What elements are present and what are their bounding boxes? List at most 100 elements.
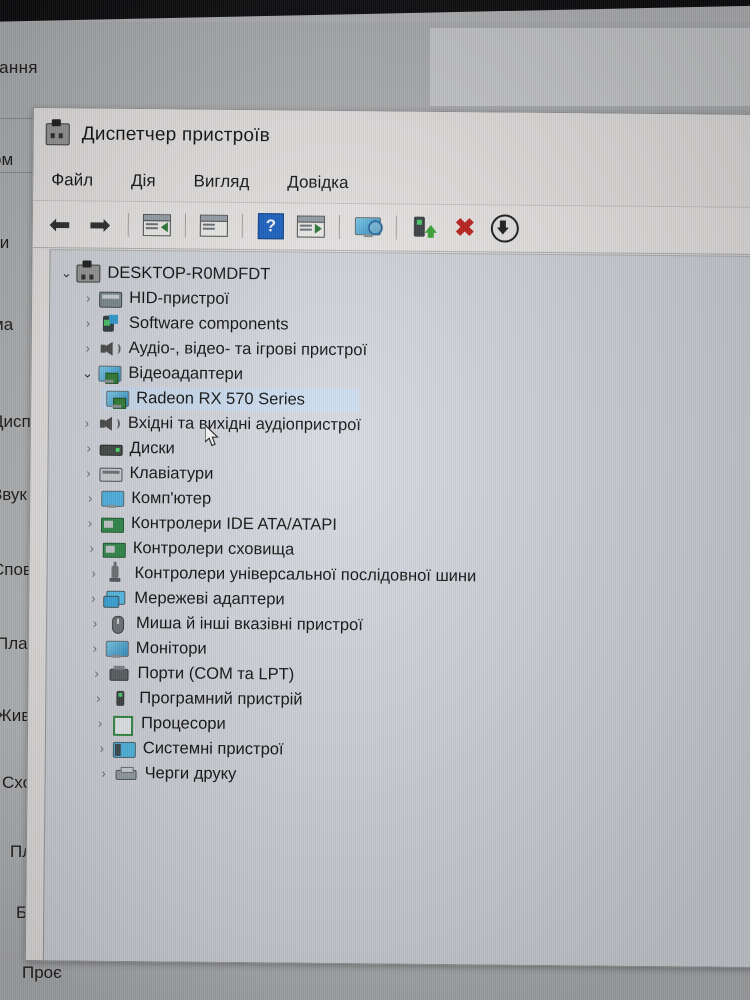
chevron-down-icon[interactable]: ⌄ — [56, 265, 76, 281]
tree-item-label: Процесори — [141, 714, 226, 733]
disk-drive-icon — [99, 439, 123, 457]
tree-item-label: Диски — [129, 438, 175, 458]
menu-file[interactable]: Файл — [47, 168, 97, 192]
monitor-search-icon — [354, 216, 383, 238]
disable-device-button[interactable] — [486, 210, 524, 246]
properties-button[interactable] — [195, 208, 233, 244]
display-adapter-icon — [97, 364, 122, 384]
uninstall-device-button[interactable]: ✖ — [446, 210, 484, 246]
background-window-header: вання — [0, 58, 38, 77]
tree-item-label: Аудіо-, відео- та ігрові пристрої — [128, 338, 368, 360]
bg-item-5[interactable]: Звук — [0, 485, 27, 505]
print-queue-icon — [114, 764, 138, 782]
software-component-icon — [98, 314, 122, 332]
chevron-right-icon[interactable]: › — [80, 515, 100, 531]
bg-item-12[interactable]: Проє — [22, 963, 62, 983]
bg-item-6[interactable]: Спов — [0, 560, 32, 580]
tree-item-label: Відеоадаптери — [128, 363, 244, 384]
bg-item-4[interactable]: Дисп — [0, 412, 31, 432]
tree-item-print-queues[interactable]: › Черги друку — [45, 760, 750, 792]
scan-play-icon — [296, 215, 325, 238]
background-right-panel — [430, 28, 750, 106]
forward-arrow-icon: ➡ — [88, 209, 111, 240]
software-device-icon — [108, 689, 132, 707]
port-icon — [106, 664, 130, 682]
show-hide-tree-button[interactable] — [138, 207, 176, 243]
menu-help[interactable]: Довідка — [283, 170, 352, 195]
chevron-right-icon[interactable]: › — [83, 591, 103, 606]
toolbar-separator-1 — [127, 212, 129, 237]
menu-view[interactable]: Вигляд — [189, 170, 253, 195]
scan-hardware-changes-button[interactable] — [292, 208, 330, 244]
ide-controller-icon — [100, 514, 125, 533]
storage-controller-icon — [102, 539, 126, 558]
speaker-icon — [98, 339, 122, 357]
tree-item-label: HID-пристрої — [129, 288, 230, 308]
chevron-right-icon[interactable]: › — [85, 616, 105, 631]
tree-item-label: Черги друку — [144, 764, 237, 783]
chevron-right-icon[interactable]: › — [92, 741, 112, 756]
chevron-right-icon[interactable]: › — [94, 766, 114, 781]
chevron-down-icon[interactable]: ⌄ — [77, 365, 97, 381]
chevron-right-icon[interactable]: › — [88, 691, 108, 706]
help-button[interactable]: ? — [252, 208, 290, 244]
update-driver-button[interactable] — [406, 210, 444, 246]
menu-action[interactable]: Дія — [127, 169, 160, 193]
chevron-right-icon[interactable]: › — [86, 666, 106, 681]
chevron-right-icon[interactable]: › — [77, 415, 97, 431]
chevron-right-icon[interactable]: › — [90, 716, 110, 731]
monitor-bezel — [0, 0, 750, 22]
tree-item-label: Монітори — [135, 639, 207, 658]
hid-icon — [98, 289, 123, 308]
back-button[interactable]: ⬅ — [41, 206, 79, 242]
toolbar-separator-2 — [184, 213, 186, 238]
tree-item-label: Контролери IDE ATA/ATAPI — [130, 513, 337, 534]
chevron-right-icon[interactable]: › — [85, 641, 105, 656]
toolbar-separator-3 — [241, 214, 243, 239]
device-manager-icon — [45, 123, 70, 146]
tree-item-label: Software components — [128, 313, 289, 334]
tree-item-label: Клавіатури — [129, 463, 214, 483]
computer-icon — [100, 489, 125, 508]
tree-item-label: Програмний пристрій — [139, 689, 303, 709]
chevron-right-icon[interactable]: › — [78, 290, 98, 306]
chevron-right-icon[interactable]: › — [80, 490, 100, 506]
processor-icon — [110, 714, 134, 736]
bg-item-3[interactable]: ма — [0, 315, 13, 335]
display-button[interactable] — [349, 209, 387, 245]
toolbar-separator-5 — [395, 215, 397, 240]
tree-item-label: Комп'ютер — [131, 488, 212, 508]
monitor-icon — [105, 639, 129, 658]
properties-icon — [199, 214, 228, 237]
device-manager-window[interactable]: Диспетчер пристроїв Файл Дія Вигляд Дові… — [24, 107, 750, 968]
display-adapter-icon — [105, 389, 130, 409]
toolbar[interactable]: ⬅ ➡ ? ✖ — [32, 201, 750, 256]
bg-item-1[interactable]: ом — [0, 150, 13, 170]
tree-item-label: Вхідні та вихідні аудіопристрої — [127, 413, 362, 435]
chevron-right-icon[interactable]: › — [83, 566, 103, 581]
chevron-right-icon[interactable]: › — [82, 540, 102, 556]
keyboard-icon — [98, 464, 123, 482]
network-adapter-icon — [103, 589, 127, 608]
device-tree[interactable]: ⌄ DESKTOP-R0MDFDT › HID-пристрої › Softw… — [42, 249, 750, 967]
help-question-icon: ? — [257, 213, 284, 240]
menu-bar[interactable]: Файл Дія Вигляд Довідка — [33, 160, 750, 209]
chevron-right-icon[interactable]: › — [79, 440, 99, 456]
tree-item-label: Radeon RX 570 Series — [136, 389, 306, 409]
tree-item-label: Миша й інші вказівні пристрої — [135, 614, 363, 635]
chevron-right-icon[interactable]: › — [78, 340, 98, 356]
mouse-icon — [105, 614, 129, 634]
forward-button[interactable]: ➡ — [81, 206, 119, 242]
tree-item-label: Контролери універсальної послідовної шин… — [134, 563, 477, 586]
bg-item-2[interactable]: ти — [0, 233, 9, 253]
red-x-icon: ✖ — [454, 213, 476, 242]
title-bar[interactable]: Диспетчер пристроїв — [33, 108, 750, 168]
tree-item-label: Мережеві адаптери — [134, 588, 285, 609]
tree-item-label: Порти (COM та LPT) — [137, 664, 295, 684]
tree-item-label: Контролери сховища — [132, 538, 295, 559]
chevron-right-icon[interactable]: › — [78, 315, 98, 331]
chevron-right-icon[interactable]: › — [78, 465, 98, 481]
system-device-icon — [112, 739, 136, 758]
computer-root-icon — [76, 263, 101, 283]
install-driver-icon — [413, 216, 437, 240]
